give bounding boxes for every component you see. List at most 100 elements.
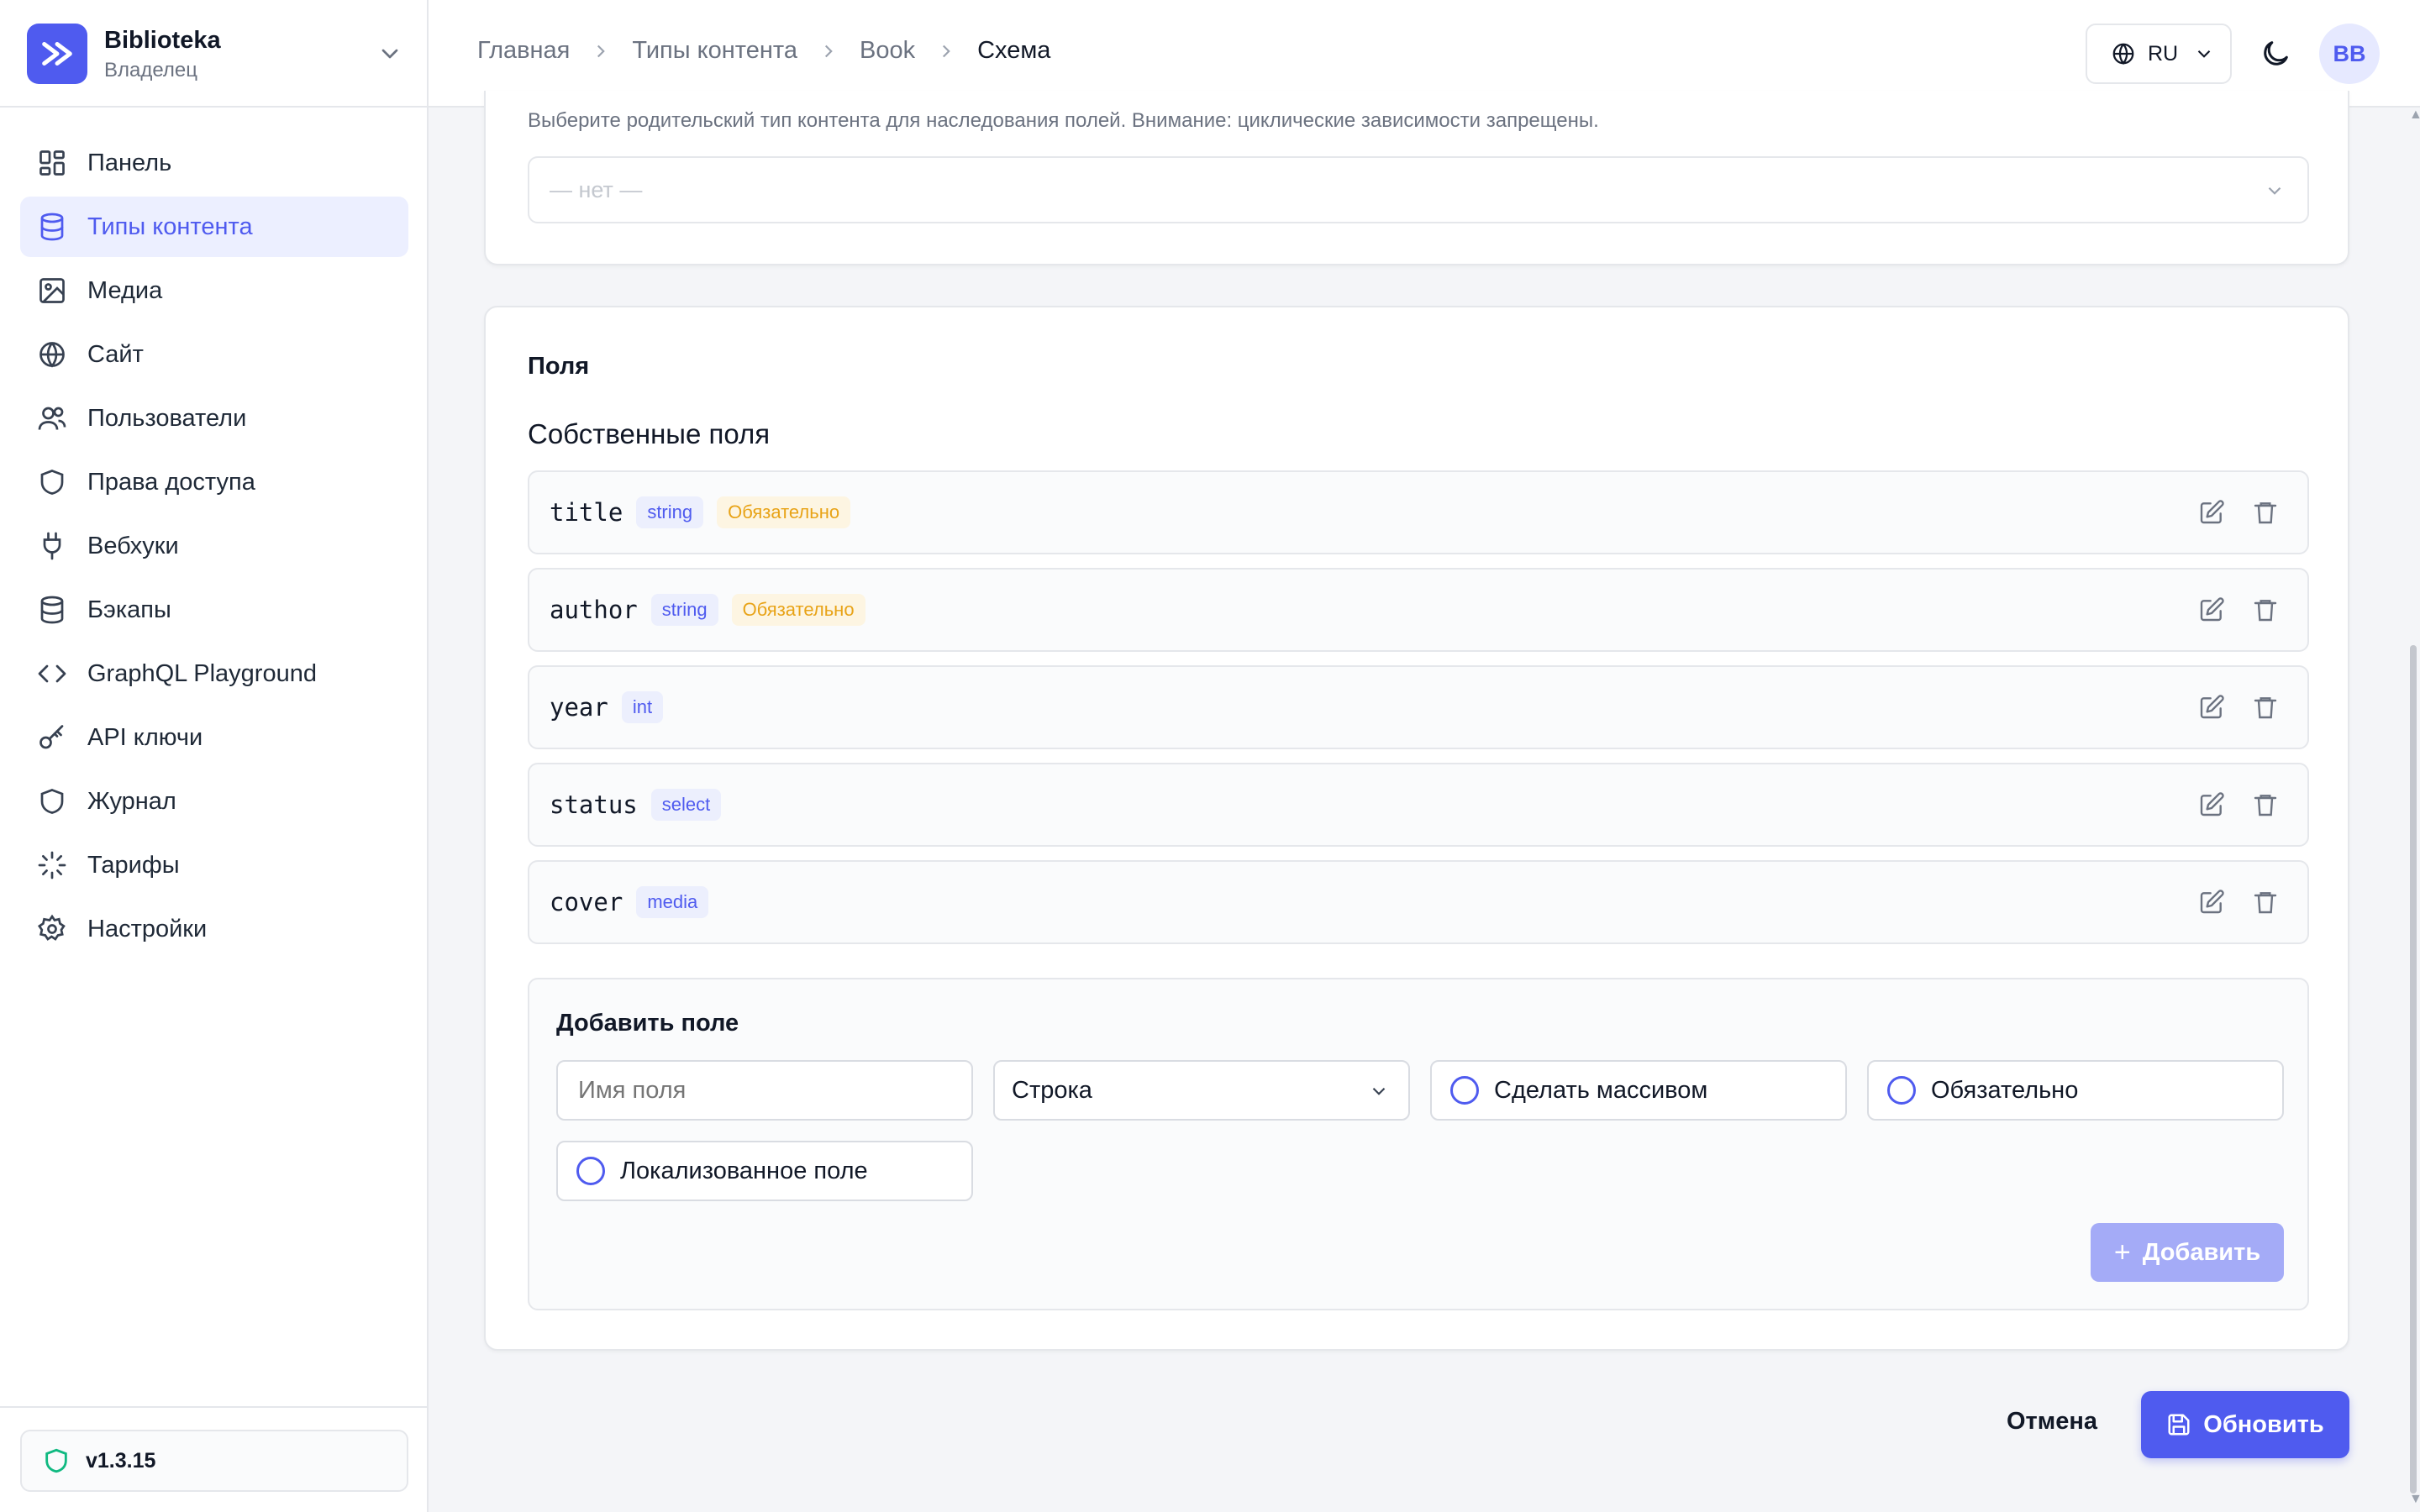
field-row-author: author string Обязательно (528, 568, 2309, 652)
sidebar-item-content-types[interactable]: Типы контента (20, 197, 408, 257)
trash-icon[interactable] (2252, 791, 2279, 818)
sidebar-item-label: Права доступа (87, 468, 255, 496)
parent-type-card: Выберите родительский тип контента для н… (484, 91, 2349, 265)
code-icon (38, 664, 66, 683)
own-fields-title: Собственные поля (528, 418, 771, 449)
save-icon (2168, 1414, 2190, 1436)
field-list: title string Обязательно author string О… (528, 470, 2309, 958)
field-row-title: title string Обязательно (528, 470, 2309, 554)
fields-section-title: Поля (528, 353, 590, 380)
sidebar-item-settings[interactable]: Настройки (20, 899, 408, 959)
field-type-badge: media (636, 886, 709, 918)
save-button[interactable]: Обновить (2141, 1391, 2349, 1458)
trash-icon[interactable] (2252, 596, 2279, 623)
sidebar-item-webhooks[interactable]: Вебхуки (20, 516, 408, 576)
chevron-down-icon (2268, 186, 2281, 195)
sidebar-item-site[interactable]: Сайт (20, 324, 408, 385)
cancel-button[interactable]: Отмена (2007, 1408, 2097, 1436)
field-row-status: status select (528, 763, 2309, 847)
version-badge: v1.3.15 (20, 1430, 408, 1492)
sidebar-item-api-keys[interactable]: API ключи (20, 707, 408, 768)
chevron-down-icon (381, 49, 398, 59)
localized-toggle[interactable]: Локализованное поле (556, 1141, 973, 1201)
sidebar-item-label: Сайт (87, 340, 144, 368)
radio-circle-icon (1450, 1076, 1479, 1105)
field-name: year (550, 693, 608, 722)
parent-type-hint: Выберите родительский тип контента для н… (528, 109, 1599, 132)
radio-circle-icon (1887, 1076, 1916, 1105)
required-toggle[interactable]: Обязательно (1867, 1060, 2284, 1121)
chevron-right-icon (824, 45, 833, 57)
edit-icon[interactable] (2198, 596, 2225, 623)
field-type-select[interactable]: Строка (993, 1060, 1410, 1121)
scroll-down-arrow-icon[interactable]: ▼ (2409, 1492, 2420, 1507)
field-name-input[interactable] (556, 1060, 973, 1121)
edit-icon[interactable] (2198, 791, 2225, 818)
sidebar-footer: v1.3.15 (0, 1406, 427, 1512)
sidebar-item-backups[interactable]: Бэкапы (20, 580, 408, 640)
add-field-button[interactable]: + Добавить (2091, 1223, 2284, 1282)
sidebar-item-label: Медиа (87, 276, 163, 304)
moon-icon[interactable] (2259, 37, 2292, 71)
field-type-value: Строка (1012, 1076, 1092, 1104)
sidebar-item-label: Журнал (87, 787, 176, 815)
dashboard-icon (39, 150, 65, 176)
breadcrumb-content-types[interactable]: Типы контента (632, 37, 797, 65)
parent-type-select[interactable]: — нет — (528, 156, 2309, 223)
field-type-badge: string (650, 594, 718, 626)
field-type-badge: string (636, 496, 704, 528)
radio-circle-icon (576, 1157, 605, 1185)
sidebar-item-permissions[interactable]: Права доступа (20, 452, 408, 512)
add-field-title: Добавить поле (556, 1010, 739, 1037)
add-field-panel: Добавить поле Строка Сделать массивом Об… (528, 978, 2309, 1310)
sidebar-item-users[interactable]: Пользователи (20, 388, 408, 449)
sidebar-nav: Панель Типы контента Медиа Сайт Пользова… (20, 133, 408, 963)
chevron-right-icon (943, 45, 950, 57)
scroll-up-arrow-icon[interactable]: ▲ (2409, 108, 2420, 123)
breadcrumb-book[interactable]: Book (860, 37, 915, 65)
avatar[interactable]: BB (2319, 24, 2380, 84)
field-type-badge: int (621, 691, 664, 723)
breadcrumb: Главная Типы контента Book Схема (477, 37, 1050, 65)
field-name: title (550, 498, 623, 527)
sidebar-item-media[interactable]: Медиа (20, 260, 408, 321)
shield-check-icon (45, 1448, 67, 1473)
gear-icon (37, 914, 66, 941)
chevron-right-icon (597, 45, 606, 57)
array-toggle-label: Сделать массивом (1494, 1076, 1708, 1104)
edit-icon[interactable] (2198, 889, 2225, 916)
sidebar: Biblioteka Владелец Панель Типы контента… (0, 0, 429, 1512)
shield-icon (40, 470, 64, 495)
scrollbar-thumb[interactable] (2410, 645, 2417, 1494)
database-icon (40, 213, 64, 241)
image-icon (39, 278, 65, 303)
required-toggle-label: Обязательно (1931, 1076, 2079, 1104)
breadcrumb-home[interactable]: Главная (477, 37, 570, 65)
localized-toggle-label: Локализованное поле (620, 1157, 868, 1184)
save-button-label: Обновить (2203, 1410, 2324, 1438)
sidebar-item-plans[interactable]: Тарифы (20, 835, 408, 895)
app-logo-icon (27, 24, 87, 84)
edit-icon[interactable] (2198, 499, 2225, 526)
sidebar-item-graphql[interactable]: GraphQL Playground (20, 643, 408, 704)
users-icon (38, 407, 66, 430)
field-row-cover: cover media (528, 860, 2309, 944)
sidebar-item-journal[interactable]: Журнал (20, 771, 408, 832)
sidebar-item-label: Настройки (87, 915, 208, 942)
trash-icon[interactable] (2252, 499, 2279, 526)
required-badge: Обязательно (717, 496, 851, 528)
loader-icon (38, 851, 66, 879)
trash-icon[interactable] (2252, 889, 2279, 916)
org-switcher[interactable]: Biblioteka Владелец (0, 0, 427, 108)
language-label: RU (2148, 41, 2179, 66)
trash-icon[interactable] (2252, 694, 2279, 721)
sidebar-item-dashboard[interactable]: Панель (20, 133, 408, 193)
array-toggle[interactable]: Сделать массивом (1430, 1060, 1847, 1121)
edit-icon[interactable] (2198, 694, 2225, 721)
fields-card: Поля Собственные поля title string Обяза… (484, 306, 2349, 1351)
key-icon (39, 725, 64, 749)
breadcrumb-current: Схема (977, 37, 1051, 64)
scrollbar[interactable]: ▲ ▼ (2405, 108, 2420, 1512)
sidebar-item-label: Бэкапы (87, 596, 171, 623)
language-select[interactable]: RU (2086, 24, 2232, 84)
